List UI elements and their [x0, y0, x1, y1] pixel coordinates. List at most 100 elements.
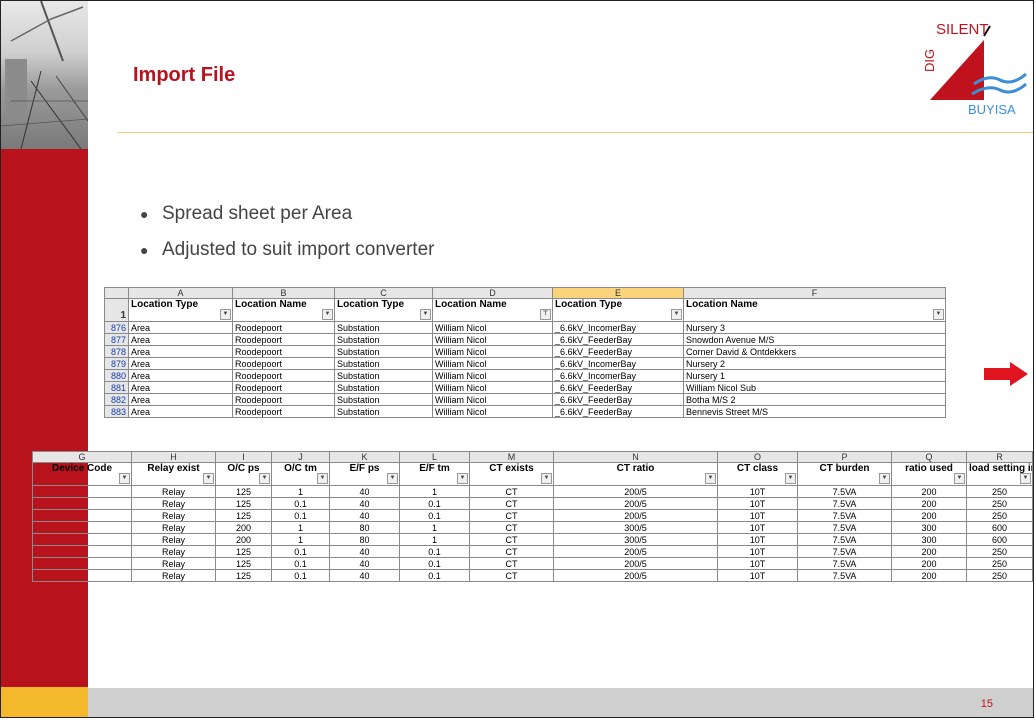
- table-cell[interactable]: [32, 485, 132, 498]
- table-cell[interactable]: Area: [128, 333, 233, 346]
- table-cell[interactable]: 0.1: [271, 545, 330, 558]
- table-cell[interactable]: 600: [966, 533, 1033, 546]
- table-cell[interactable]: Relay: [131, 521, 216, 534]
- column-header-a[interactable]: A: [128, 287, 233, 299]
- table-cell[interactable]: Relay: [131, 545, 216, 558]
- table-cell[interactable]: [32, 545, 132, 558]
- header-cell[interactable]: Location Type ▼: [334, 298, 433, 322]
- column-header-o[interactable]: O: [717, 451, 798, 463]
- table-cell[interactable]: 40: [329, 509, 400, 522]
- table-cell[interactable]: 125: [215, 485, 272, 498]
- filter-dropdown-icon[interactable]: ▼: [671, 309, 682, 320]
- table-cell[interactable]: _6.6kV_IncomerBay: [552, 321, 684, 334]
- table-cell[interactable]: [32, 533, 132, 546]
- table-cell[interactable]: Area: [128, 393, 233, 406]
- table-cell[interactable]: 10T: [717, 521, 798, 534]
- header-cell[interactable]: CT exists ▼: [469, 462, 554, 486]
- header-cell[interactable]: CT ratio ▼: [553, 462, 718, 486]
- row-number[interactable]: 877: [104, 333, 129, 346]
- table-cell[interactable]: Roodepoort: [232, 369, 335, 382]
- filter-dropdown-icon[interactable]: ▼: [879, 473, 890, 484]
- table-cell[interactable]: 200: [891, 509, 967, 522]
- column-header-e[interactable]: E: [552, 287, 684, 299]
- header-cell[interactable]: Location Name ▼: [232, 298, 335, 322]
- filter-active-icon[interactable]: ⊤: [540, 309, 551, 320]
- table-cell[interactable]: Relay: [131, 497, 216, 510]
- table-cell[interactable]: CT: [469, 509, 554, 522]
- row-number[interactable]: 876: [104, 321, 129, 334]
- table-cell[interactable]: 7.5VA: [797, 545, 892, 558]
- column-header-r[interactable]: R: [966, 451, 1033, 463]
- row-number[interactable]: 879: [104, 357, 129, 370]
- table-cell[interactable]: 200/5: [553, 485, 718, 498]
- table-cell[interactable]: William Nicol Sub: [683, 381, 946, 394]
- table-cell[interactable]: 0.1: [399, 569, 470, 582]
- table-cell[interactable]: 300: [891, 533, 967, 546]
- table-cell[interactable]: Area: [128, 321, 233, 334]
- table-cell[interactable]: 125: [215, 557, 272, 570]
- row-number[interactable]: 878: [104, 345, 129, 358]
- filter-dropdown-icon[interactable]: ▼: [387, 473, 398, 484]
- filter-dropdown-icon[interactable]: ▼: [954, 473, 965, 484]
- column-header-c[interactable]: C: [334, 287, 433, 299]
- table-cell[interactable]: 7.5VA: [797, 533, 892, 546]
- table-cell[interactable]: 200/5: [553, 545, 718, 558]
- column-header-q[interactable]: Q: [891, 451, 967, 463]
- table-cell[interactable]: CT: [469, 485, 554, 498]
- table-cell[interactable]: Snowdon Avenue M/S: [683, 333, 946, 346]
- table-cell[interactable]: 40: [329, 545, 400, 558]
- table-cell[interactable]: Nursery 3: [683, 321, 946, 334]
- table-cell[interactable]: _6.6kV_FeederBay: [552, 345, 684, 358]
- table-cell[interactable]: 1: [399, 521, 470, 534]
- table-cell[interactable]: [32, 569, 132, 582]
- table-cell[interactable]: 7.5VA: [797, 485, 892, 498]
- column-header-m[interactable]: M: [469, 451, 554, 463]
- table-cell[interactable]: William Nicol: [432, 405, 553, 418]
- table-cell[interactable]: 10T: [717, 557, 798, 570]
- filter-dropdown-icon[interactable]: ▼: [119, 473, 130, 484]
- table-cell[interactable]: Roodepoort: [232, 381, 335, 394]
- filter-dropdown-icon[interactable]: ▼: [785, 473, 796, 484]
- header-cell[interactable]: E/F tm ▼: [399, 462, 470, 486]
- header-cell[interactable]: CT burden ▼: [797, 462, 892, 486]
- table-cell[interactable]: 250: [966, 545, 1033, 558]
- table-cell[interactable]: [32, 497, 132, 510]
- table-cell[interactable]: _6.6kV_FeederBay: [552, 405, 684, 418]
- table-cell[interactable]: 0.1: [271, 509, 330, 522]
- table-cell[interactable]: 250: [966, 557, 1033, 570]
- table-cell[interactable]: Nursery 2: [683, 357, 946, 370]
- table-cell[interactable]: Area: [128, 381, 233, 394]
- column-header-i[interactable]: I: [215, 451, 272, 463]
- table-cell[interactable]: _6.6kV_FeederBay: [552, 393, 684, 406]
- table-cell[interactable]: 300/5: [553, 533, 718, 546]
- table-cell[interactable]: Roodepoort: [232, 345, 335, 358]
- table-cell[interactable]: William Nicol: [432, 393, 553, 406]
- table-cell[interactable]: [32, 521, 132, 534]
- table-cell[interactable]: 1: [399, 533, 470, 546]
- filter-dropdown-icon[interactable]: ▼: [220, 309, 231, 320]
- filter-dropdown-icon[interactable]: ▼: [457, 473, 468, 484]
- sheet-corner[interactable]: [104, 287, 129, 299]
- table-cell[interactable]: Area: [128, 369, 233, 382]
- table-cell[interactable]: 0.1: [399, 509, 470, 522]
- table-cell[interactable]: Substation: [334, 333, 433, 346]
- header-cell[interactable]: Location Name ▼: [683, 298, 946, 322]
- table-cell[interactable]: 0.1: [399, 545, 470, 558]
- filter-dropdown-icon[interactable]: ▼: [259, 473, 270, 484]
- table-cell[interactable]: Nursery 1: [683, 369, 946, 382]
- table-cell[interactable]: 10T: [717, 545, 798, 558]
- header-cell[interactable]: O/C ps ▼: [215, 462, 272, 486]
- table-cell[interactable]: 300/5: [553, 521, 718, 534]
- table-cell[interactable]: 250: [966, 509, 1033, 522]
- table-cell[interactable]: 200: [215, 521, 272, 534]
- table-cell[interactable]: 80: [329, 521, 400, 534]
- table-cell[interactable]: 200/5: [553, 569, 718, 582]
- table-cell[interactable]: 0.1: [399, 557, 470, 570]
- table-cell[interactable]: 125: [215, 545, 272, 558]
- table-cell[interactable]: 200: [891, 545, 967, 558]
- table-cell[interactable]: William Nicol: [432, 357, 553, 370]
- column-header-l[interactable]: L: [399, 451, 470, 463]
- table-cell[interactable]: Relay: [131, 557, 216, 570]
- table-cell[interactable]: 7.5VA: [797, 497, 892, 510]
- table-cell[interactable]: CT: [469, 545, 554, 558]
